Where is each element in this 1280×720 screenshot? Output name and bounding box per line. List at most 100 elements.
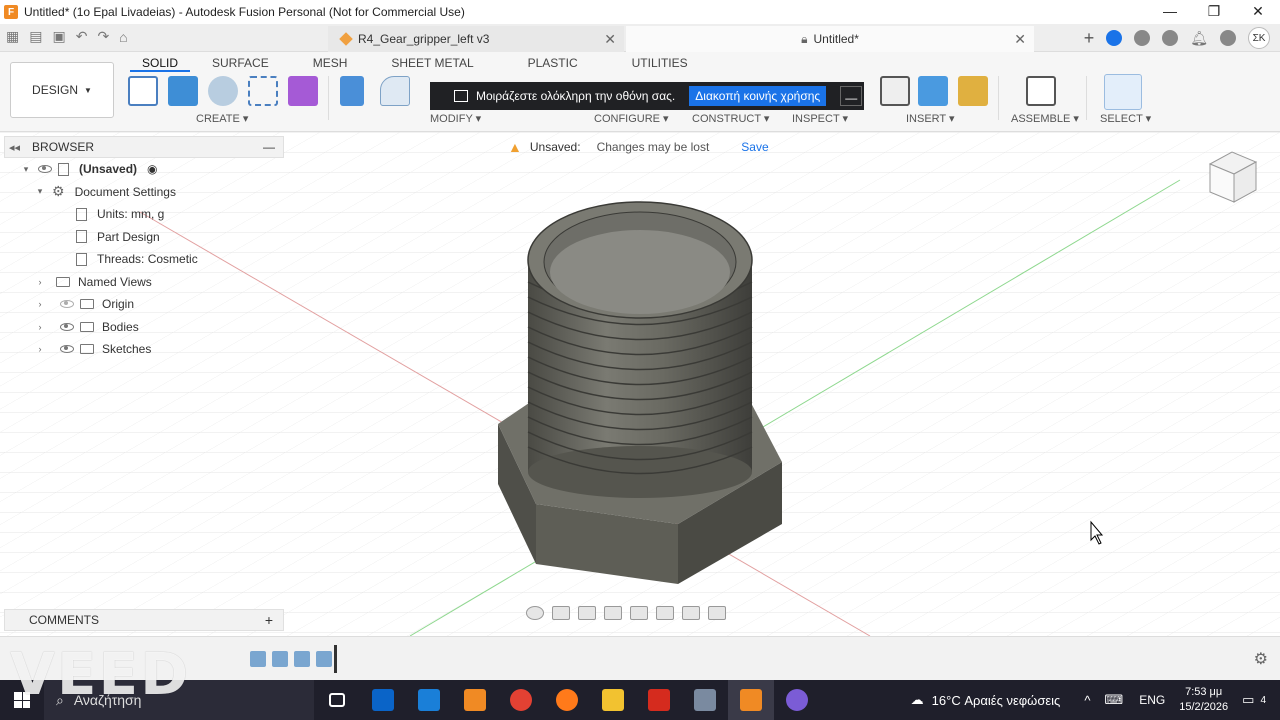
timeline-feature-icon[interactable] <box>272 651 288 667</box>
close-tab-icon[interactable]: ✕ <box>604 31 616 48</box>
group-construct[interactable]: CONSTRUCT ▾ <box>692 112 769 125</box>
viber-icon[interactable] <box>774 680 820 720</box>
group-select[interactable]: SELECT ▾ <box>1100 112 1151 125</box>
visibility-eye-icon[interactable] <box>38 165 52 174</box>
chevron-right-icon[interactable]: › <box>34 299 46 309</box>
new-component-icon[interactable] <box>1026 76 1056 106</box>
minimize-button[interactable]: — <box>1148 0 1192 24</box>
active-radio-icon[interactable]: ◉ <box>147 162 157 176</box>
hidden-eye-icon[interactable] <box>60 300 74 309</box>
save-icon[interactable]: ▣ <box>52 28 65 45</box>
group-configure[interactable]: CONFIGURE ▾ <box>594 112 669 125</box>
timeline-feature-icon[interactable] <box>250 651 266 667</box>
tab-solid[interactable]: SOLID <box>130 56 191 72</box>
group-create[interactable]: CREATE ▾ <box>196 112 248 125</box>
tab-untitled[interactable]: 🔒︎ Untitled* ✕ <box>626 26 1034 52</box>
media-player-icon[interactable] <box>452 680 498 720</box>
tab-mesh[interactable]: MESH <box>301 56 360 72</box>
weather-text[interactable]: 16°C Αραιές νεφώσεις <box>932 693 1061 708</box>
timeline-settings-gear-icon[interactable]: ⚙ <box>1254 649 1268 669</box>
timeline-feature-icon[interactable] <box>316 651 332 667</box>
tree-item-named-views[interactable]: › Named Views <box>4 271 284 294</box>
language-indicator[interactable]: ENG <box>1139 693 1165 707</box>
extrude-icon[interactable] <box>168 76 198 106</box>
tree-item-document-settings[interactable]: ▾ ⚙ Document Settings <box>4 181 284 204</box>
notifications-icon[interactable]: ▭ <box>1242 692 1254 708</box>
zoom-icon[interactable] <box>604 606 622 620</box>
add-comment-button[interactable]: + <box>265 612 273 628</box>
create-form-icon[interactable] <box>288 76 318 106</box>
job-status-icon[interactable] <box>1106 30 1123 46</box>
clock[interactable]: 7:53 μμ 15/2/2026 <box>1179 685 1228 715</box>
create-sketch-icon[interactable] <box>128 76 158 106</box>
tab-sheet-metal[interactable]: SHEET METAL <box>379 56 485 72</box>
viewports-icon[interactable] <box>708 606 726 620</box>
redo-icon[interactable]: ↷ <box>97 28 109 45</box>
chevron-right-icon[interactable]: › <box>34 277 46 287</box>
revolve-icon[interactable] <box>208 76 238 106</box>
tree-item-bodies[interactable]: › Bodies <box>4 316 284 339</box>
collapse-panel-icon[interactable]: ◂◂ <box>9 141 20 154</box>
outlook-icon[interactable] <box>360 680 406 720</box>
chrome-icon[interactable] <box>498 680 544 720</box>
group-modify[interactable]: MODIFY ▾ <box>430 112 481 125</box>
tab-plastic[interactable]: PLASTIC <box>516 56 590 72</box>
visibility-eye-icon[interactable] <box>60 345 74 354</box>
orbit-icon[interactable] <box>526 606 544 620</box>
select-icon[interactable] <box>1104 74 1142 110</box>
notification-bell-icon[interactable]: 🔔︎ <box>1190 30 1208 47</box>
firefox-icon[interactable] <box>544 680 590 720</box>
visibility-eye-icon[interactable] <box>60 322 74 331</box>
save-link[interactable]: Save <box>741 140 768 154</box>
stop-sharing-button[interactable]: Διακοπή κοινής χρήσης <box>689 86 827 106</box>
new-tab-icon[interactable]: + <box>1084 28 1095 49</box>
display-settings-icon[interactable] <box>656 606 674 620</box>
chevron-right-icon[interactable]: › <box>34 344 46 354</box>
tree-item-origin[interactable]: › Origin <box>4 293 284 316</box>
user-avatar[interactable]: ΣΚ <box>1248 27 1270 49</box>
tree-root[interactable]: ▾ (Unsaved) ◉ <box>4 158 284 181</box>
timeline-feature-icon[interactable] <box>294 651 310 667</box>
tab-utilities[interactable]: UTILITIES <box>620 56 700 72</box>
calculator-icon[interactable] <box>682 680 728 720</box>
fit-icon[interactable] <box>630 606 648 620</box>
grid-menu-icon[interactable]: ▦ <box>6 28 19 45</box>
acrobat-icon[interactable] <box>636 680 682 720</box>
grid-settings-icon[interactable] <box>682 606 700 620</box>
close-button[interactable]: ✕ <box>1236 0 1280 24</box>
group-inspect[interactable]: INSPECT ▾ <box>792 112 848 125</box>
tree-item-part-design[interactable]: Part Design <box>4 226 284 249</box>
minimize-panel-icon[interactable]: — <box>263 140 275 154</box>
fusion-taskbar-icon[interactable] <box>728 680 774 720</box>
tab-gear-gripper[interactable]: R4_Gear_gripper_left v3 ✕ <box>328 26 624 52</box>
sketch-dimension-icon[interactable] <box>248 76 278 106</box>
tab-surface[interactable]: SURFACE <box>200 56 281 72</box>
maximize-button[interactable]: ❐ <box>1192 0 1236 24</box>
chevron-down-icon[interactable]: ▾ <box>20 164 32 175</box>
file-icon[interactable]: ▤ <box>29 28 42 45</box>
workspace-switcher-button[interactable]: DESIGN ▼ <box>10 62 114 118</box>
group-insert[interactable]: INSERT ▾ <box>906 112 955 125</box>
close-tab-icon[interactable]: ✕ <box>1014 31 1026 48</box>
undo-icon[interactable]: ↶ <box>76 28 88 45</box>
pan-icon[interactable] <box>578 606 596 620</box>
online-status-icon[interactable] <box>1162 30 1179 46</box>
timeline-marker-icon[interactable] <box>334 645 337 673</box>
extensions-icon[interactable] <box>1134 30 1151 46</box>
tree-item-threads[interactable]: Threads: Cosmetic <box>4 248 284 271</box>
chevron-down-icon[interactable]: ▾ <box>34 186 46 197</box>
help-icon[interactable] <box>1220 30 1236 46</box>
home-icon[interactable]: ⌂ <box>119 29 127 45</box>
look-at-icon[interactable] <box>552 606 570 620</box>
move-copy-icon[interactable] <box>880 76 910 106</box>
keyboard-icon[interactable]: ⌨ <box>1104 692 1123 708</box>
file-explorer-icon[interactable] <box>590 680 636 720</box>
cortana-app-icon[interactable] <box>406 680 452 720</box>
insert-mesh-icon[interactable] <box>958 76 988 106</box>
fillet-icon[interactable] <box>380 76 410 106</box>
minimize-banner-button[interactable]: — <box>840 86 863 106</box>
task-view-icon[interactable] <box>314 680 360 720</box>
insert-image-icon[interactable] <box>918 76 948 106</box>
group-assemble[interactable]: ASSEMBLE ▾ <box>1011 112 1079 125</box>
show-hidden-icons-chevron-up-icon[interactable]: ^ <box>1084 693 1090 708</box>
